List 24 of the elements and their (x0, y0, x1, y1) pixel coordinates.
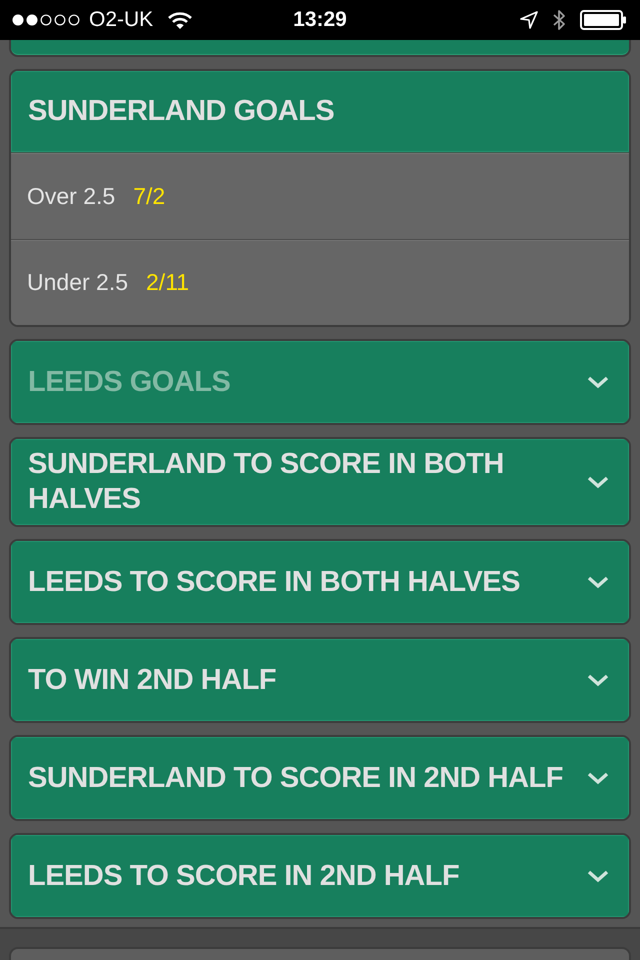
odds-value: 7/2 (133, 182, 166, 210)
chevron-down-icon (587, 376, 609, 388)
location-arrow-icon (520, 11, 538, 29)
market-header[interactable]: LEEDS TO SCORE IN BOTH HALVES (11, 541, 629, 623)
market-header[interactable]: TO WIN 2ND HALF (11, 639, 629, 721)
odds-value: 2/11 (146, 269, 190, 296)
market-header[interactable]: SUNDERLAND TO SCORE IN 2ND HALF (11, 737, 629, 819)
carrier-name: O2-UK (89, 8, 154, 32)
chevron-down-icon (587, 870, 609, 882)
wifi-icon (168, 12, 192, 28)
market-header[interactable]: SUNDERLAND TO SCORE IN BOTH HALVES (11, 439, 629, 525)
chevron-down-icon (587, 476, 609, 488)
selection-row[interactable]: Under 2.5 2/11 (11, 239, 629, 325)
selection-name: Over 2.5 (27, 182, 116, 210)
chevron-down-icon (587, 772, 609, 784)
clock-time: 13:29 (293, 8, 347, 32)
bluetooth-icon (552, 9, 566, 31)
chevron-down-icon (587, 576, 609, 588)
chevron-down-icon (587, 674, 609, 686)
market-header[interactable]: LEEDS TO SCORE IN 2ND HALF (11, 835, 629, 917)
signal-strength-icon (12, 14, 82, 26)
market-header[interactable]: SUNDERLAND GOALS (11, 71, 629, 153)
battery-icon (580, 10, 627, 30)
selection-name: Under 2.5 (27, 269, 128, 296)
